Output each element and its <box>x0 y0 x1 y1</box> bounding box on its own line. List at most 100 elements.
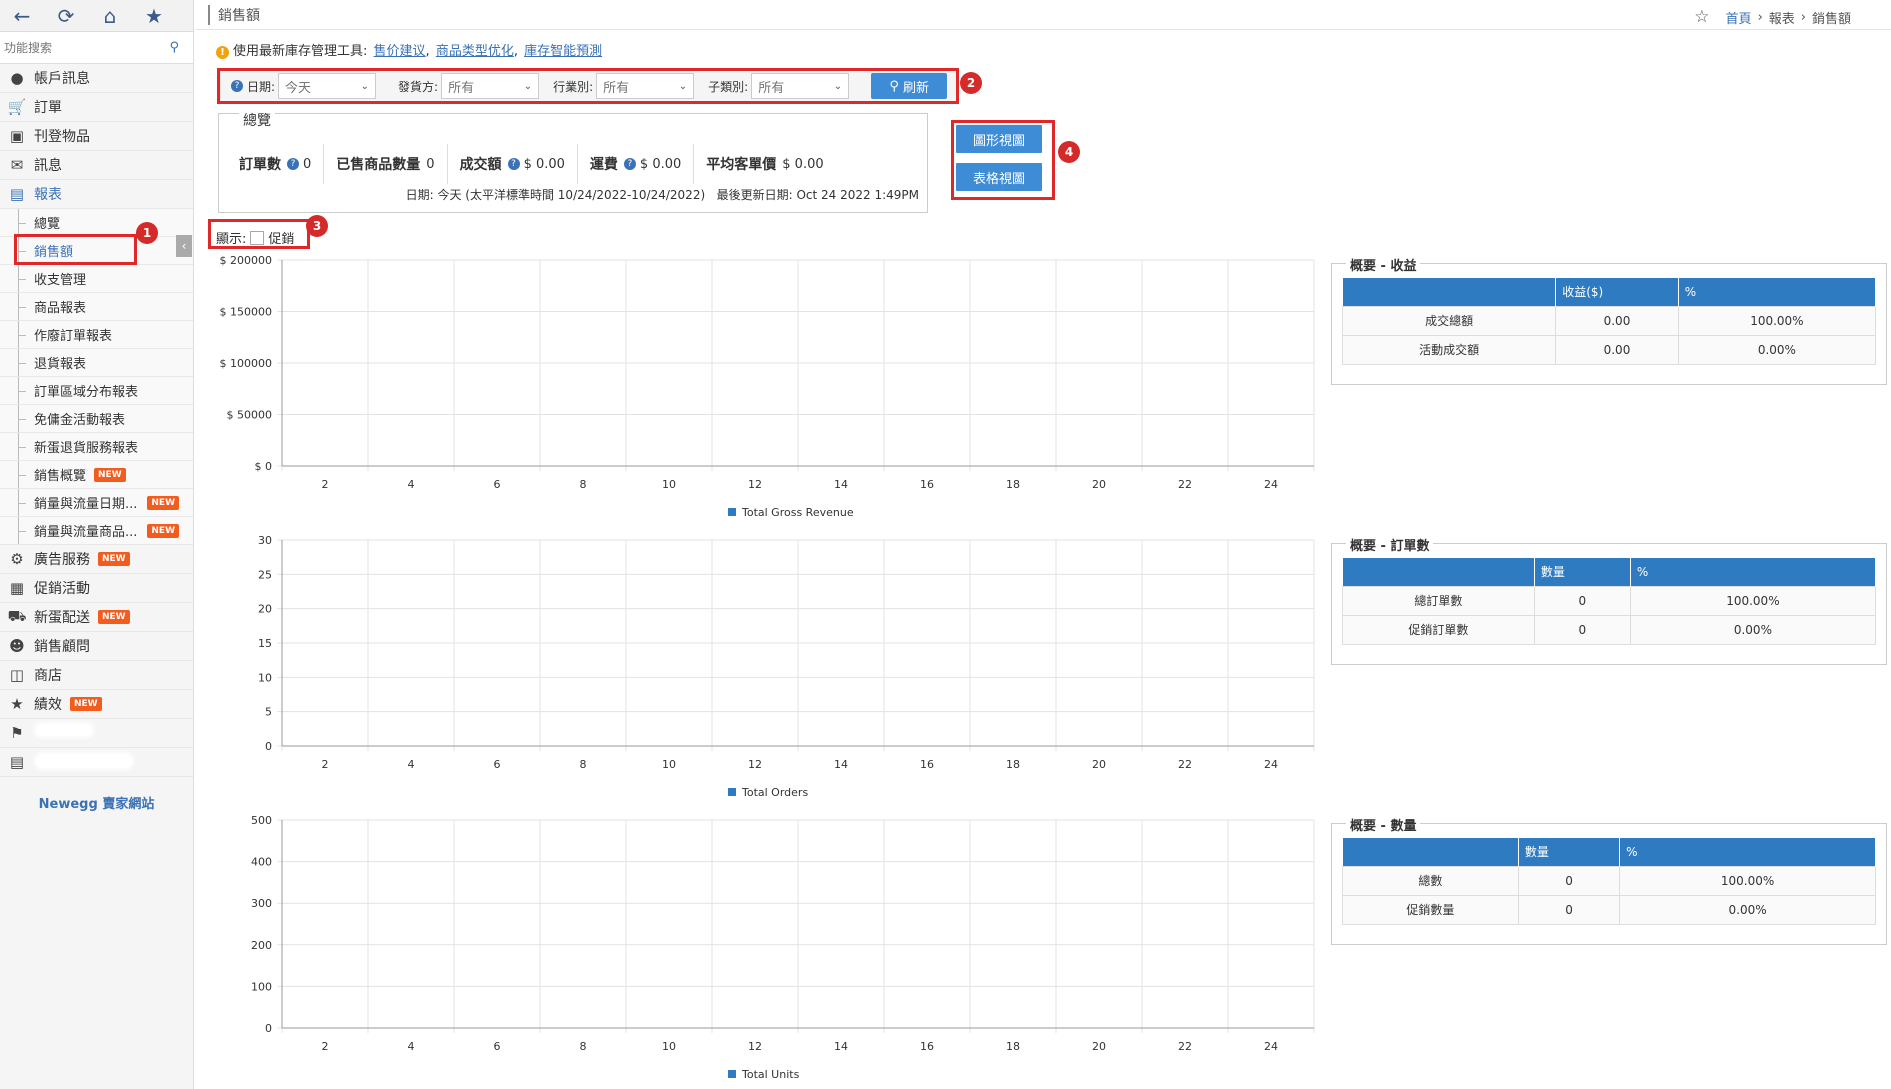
menu-label: 帳戶訊息 <box>34 71 90 87</box>
x-tick-label: 20 <box>1092 758 1106 771</box>
new-badge: NEW <box>94 467 126 482</box>
legend-label[interactable]: Total Units <box>741 1068 800 1081</box>
x-tick-label: 4 <box>408 478 415 491</box>
menu-advisor[interactable]: ☻ 銷售顧問 <box>0 632 193 661</box>
menu-ads[interactable]: ⚙ 廣告服務 NEW <box>0 545 193 574</box>
metric-value: $ 0.00 <box>782 156 824 172</box>
x-tick-label: 14 <box>834 1040 848 1053</box>
menu-label: 新蛋配送 <box>34 610 90 626</box>
table-cell: 100.00% <box>1677 305 1877 336</box>
menu-reports[interactable]: ▤ 報表 <box>0 180 193 209</box>
metric-value: $ 0.00 <box>639 156 682 172</box>
metric-value: $ 0.00 <box>523 156 565 172</box>
sidebar-item-overview[interactable]: 總覽 <box>0 209 193 237</box>
menu-listings[interactable]: ▣ 刊登物品 <box>0 122 193 151</box>
summary-table-legend: 概要 - 數量 <box>1346 815 1421 834</box>
info-icon: ! <box>216 46 229 59</box>
y-tick-label: 0 <box>265 740 272 753</box>
legend-label[interactable]: Total Gross Revenue <box>741 506 854 519</box>
metric-label: 平均客單價 <box>706 157 777 173</box>
y-tick-label: 200 <box>251 939 272 952</box>
collapse-sidebar-icon[interactable]: ‹ <box>176 235 192 257</box>
sub-label: 作廢訂單報表 <box>34 329 113 344</box>
sub-label: 商品報表 <box>34 301 87 316</box>
x-tick-label: 2 <box>322 758 329 771</box>
y-tick-label: 10 <box>258 671 272 684</box>
table-cell: 總數 <box>1342 865 1519 896</box>
function-search-input[interactable] <box>0 32 193 63</box>
shipping-metric: 運費? $ 0.00 <box>578 144 695 184</box>
x-tick-label: 8 <box>580 758 587 771</box>
orders-chart: 0 5 10 15 20 25 30 2 4 6 8 10 12 14 16 18 20 22 24 Total Or… <box>216 530 1320 800</box>
units-chart-svg: 01002003004005002 4 6 8 10 12 14 16 18 20 22 24Tota… <box>251 814 1315 1081</box>
price-suggestion-link[interactable]: 售价建议 <box>374 44 426 59</box>
help-icon[interactable]: ? <box>287 158 299 170</box>
favorite-star-icon[interactable]: ☆ <box>1694 7 1709 27</box>
home-icon[interactable]: ⌂ <box>88 0 132 32</box>
revenue-chart: $ 0 $ 50000 $ 100000 $ 150000 $ 200000 2 4 6 8 10… <box>216 250 1320 520</box>
sidebar-item-finance[interactable]: 收支管理 <box>0 265 193 293</box>
sidebar-item-region[interactable]: 訂單區域分布報表 <box>0 377 193 405</box>
table-cell: 促銷訂單數 <box>1342 614 1535 645</box>
x-tick-label: 20 <box>1092 1040 1106 1053</box>
x-tick-label: 2 <box>322 478 329 491</box>
table-cell: 0.00 <box>1555 334 1679 365</box>
menu-messages[interactable]: ✉ 訊息 <box>0 151 193 180</box>
table-cell: 0 <box>1533 585 1631 616</box>
x-tick-label: 4 <box>408 1040 415 1053</box>
sidebar-item-traffic-date[interactable]: 銷量與流量日期... NEW <box>0 489 193 517</box>
star-icon[interactable]: ★ <box>132 0 176 32</box>
table-cell: 總訂單數 <box>1342 585 1535 616</box>
help-icon[interactable]: ? <box>507 158 520 170</box>
sidebar-item-returns[interactable]: 退貨報表 <box>0 349 193 377</box>
refresh-icon[interactable]: ⟳ <box>44 0 88 32</box>
x-tick-label: 22 <box>1178 758 1192 771</box>
breadcrumb-reports[interactable]: 報表 <box>1769 8 1795 27</box>
cart-icon: 🛒 <box>7 98 27 116</box>
help-icon[interactable]: ? <box>623 158 636 170</box>
breadcrumb: ☆ 首頁 › 報表 › 銷售額 <box>1694 7 1851 27</box>
sub-label: 免傭金活動報表 <box>34 413 126 428</box>
back-arrow-icon[interactable]: ← <box>0 0 44 32</box>
table-header-cell: 數量 <box>1534 558 1631 586</box>
tag-icon: ⚑ <box>10 724 24 742</box>
y-tick-label: 25 <box>258 568 272 581</box>
metric-value: 0 <box>303 156 312 172</box>
y-tick-label: $ 0 <box>255 460 273 473</box>
menu-label: 報表 <box>34 187 62 203</box>
date-range-text: 日期: 今天 (太平洋標準時間 10/24/2022-10/24/2022) <box>405 188 706 202</box>
table-cell: 0.00% <box>1629 614 1877 645</box>
summary-table-legend: 概要 - 收益 <box>1346 255 1421 274</box>
x-tick-label: 22 <box>1178 478 1192 491</box>
sidebar-item-sales-overview[interactable]: 銷售概覽 NEW <box>0 461 193 489</box>
menu-orders[interactable]: 🛒 訂單 <box>0 93 193 122</box>
menu-account[interactable]: ● 帳戶訊息 <box>0 64 193 93</box>
sidebar-toolbar: ← ⟳ ⌂ ★ <box>0 0 193 32</box>
menu-shipping[interactable]: ⛟ 新蛋配送 NEW <box>0 603 193 632</box>
breadcrumb-home[interactable]: 首頁 <box>1726 8 1752 27</box>
sidebar-item-return-service[interactable]: 新蛋退貨服務報表 <box>0 433 193 461</box>
revenue-summary-panel: 概要 - 收益 收益($)% 成交總額 0.00 100.00% 活動成交額 0.00 0.0… <box>1331 255 1887 385</box>
y-tick-label: $ 100000 <box>220 357 273 370</box>
menu-promotions[interactable]: ▦ 促銷活動 <box>0 574 193 603</box>
search-icon[interactable]: ⚲ <box>169 40 179 55</box>
menu-store[interactable]: ◫ 商店 <box>0 661 193 690</box>
category-optimization-link[interactable]: 商品类型优化 <box>436 44 514 59</box>
legend-label[interactable]: Total Orders <box>741 786 808 799</box>
truck-icon: ⛟ <box>7 607 27 625</box>
sidebar-item-traffic-product[interactable]: 銷量與流量商品... NEW <box>0 517 193 545</box>
legend-swatch <box>728 508 736 516</box>
breadcrumb-separator-icon: › <box>1757 9 1763 25</box>
sidebar-item-commission-free[interactable]: 免傭金活動報表 <box>0 405 193 433</box>
sidebar-item-void-orders[interactable]: 作廢訂單報表 <box>0 321 193 349</box>
menu-performance[interactable]: ★ 績效 NEW <box>0 690 193 719</box>
newegg-seller-site-link[interactable]: Newegg 賣家網站 <box>0 793 193 812</box>
sidebar-item-product-report[interactable]: 商品報表 <box>0 293 193 321</box>
table-cell: 100.00% <box>1619 865 1876 896</box>
annotation-box <box>208 219 310 249</box>
x-tick-label: 24 <box>1264 758 1278 771</box>
x-tick-label: 24 <box>1264 1040 1278 1053</box>
inventory-forecast-link[interactable]: 庫存智能預測 <box>524 44 602 59</box>
x-tick-label: 12 <box>748 758 762 771</box>
menu-redacted-1[interactable]: ⚑ <box>0 719 193 748</box>
